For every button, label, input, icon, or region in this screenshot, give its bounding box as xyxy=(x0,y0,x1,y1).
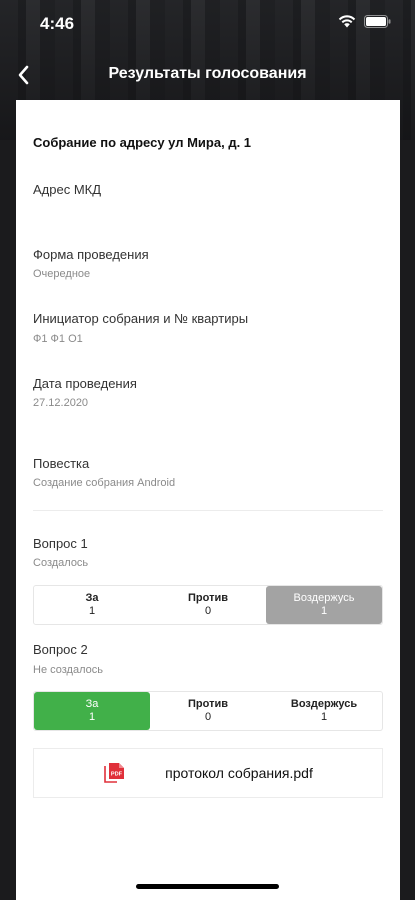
status-icons xyxy=(338,15,391,28)
vote-option-label: Воздержусь xyxy=(293,592,355,604)
vote-option-count: 0 xyxy=(204,605,212,617)
vote-option-abstain[interactable]: Воздержусь 1 xyxy=(266,692,382,730)
page-title: Результаты голосования xyxy=(108,65,307,82)
results-card: Собрание по адресу ул Мира, д. 1 Адрес М… xyxy=(16,100,400,900)
vote-option-count: 1 xyxy=(88,711,96,723)
vote-option-for[interactable]: За 1 xyxy=(34,692,150,730)
question-1-title: Вопрос 1 xyxy=(33,536,88,551)
status-bar: 4:46 xyxy=(0,0,415,46)
protocol-attachment[interactable]: PDF протокол собрания.pdf xyxy=(33,748,383,798)
vote-option-count: 1 xyxy=(320,605,328,617)
results-content: Собрание по адресу ул Мира, д. 1 Адрес М… xyxy=(33,100,400,900)
vote-option-for[interactable]: За 1 xyxy=(34,586,150,624)
attachment-filename: протокол собрания.pdf xyxy=(165,765,313,781)
home-indicator xyxy=(136,884,279,889)
vote-option-label: За xyxy=(85,698,99,710)
agenda-label: Повестка xyxy=(33,456,90,471)
battery-icon xyxy=(364,15,391,28)
vote-option-against[interactable]: Против 0 xyxy=(150,692,266,730)
agenda-value: Создание собрания Android xyxy=(33,477,176,489)
wifi-icon xyxy=(338,15,356,28)
address-label: Адрес МКД xyxy=(33,182,102,197)
vote-option-label: За xyxy=(85,592,99,604)
vote-option-abstain[interactable]: Воздержусь 1 xyxy=(266,586,382,624)
status-time: 4:46 xyxy=(40,14,75,33)
initiator-value: Ф1 Ф1 О1 xyxy=(33,333,83,345)
vote-option-count: 1 xyxy=(88,605,96,617)
question-2-title: Вопрос 2 xyxy=(33,642,88,657)
vote-option-count: 1 xyxy=(320,711,328,723)
question-1-subtitle: Создалось xyxy=(33,557,89,569)
pdf-icon: PDF xyxy=(104,763,125,783)
initiator-label: Инициатор собрания и № квартиры xyxy=(33,311,249,326)
vote-option-count: 0 xyxy=(204,711,212,723)
meeting-title: Собрание по адресу ул Мира, д. 1 xyxy=(33,135,252,150)
question-1-vote-options: За 1 Против 0 Воздержусь 1 xyxy=(33,585,383,625)
form-label: Форма проведения xyxy=(33,247,149,262)
date-value: 27.12.2020 xyxy=(33,397,89,409)
vote-option-label: Против xyxy=(188,592,228,604)
question-2-subtitle: Не создалось xyxy=(33,664,103,676)
navigation-bar: Результаты голосования xyxy=(0,52,415,96)
form-value: Очередное xyxy=(33,268,91,280)
vote-option-label: Воздержусь xyxy=(290,698,358,710)
svg-text:PDF: PDF xyxy=(111,771,123,777)
divider xyxy=(33,510,383,511)
date-label: Дата проведения xyxy=(33,376,137,391)
vote-option-label: Против xyxy=(188,698,228,710)
vote-option-against[interactable]: Против 0 xyxy=(150,586,266,624)
question-2-vote-options: За 1 Против 0 Воздержусь 1 xyxy=(33,691,383,731)
